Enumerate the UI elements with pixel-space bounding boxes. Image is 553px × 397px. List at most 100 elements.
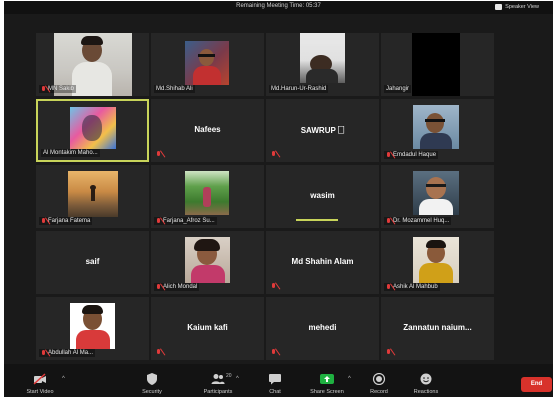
- participant-tile-alich-mondal[interactable]: Alich Mondal: [151, 231, 264, 294]
- end-meeting-button[interactable]: End: [521, 377, 552, 392]
- participant-name: MN Sakib: [48, 86, 75, 92]
- participant-tile-sawrup[interactable]: SAWRUP 🗌: [266, 99, 379, 162]
- participant-tile-saif[interactable]: saif: [36, 231, 149, 294]
- participant-name: Ashik Al Mahbub: [393, 284, 438, 290]
- participant-tile-abdullah-al-ma[interactable]: Abdullah Al Ma...: [36, 297, 149, 360]
- share-screen-label: Share Screen: [310, 389, 344, 395]
- speaker-view-button[interactable]: Speaker View: [493, 2, 543, 12]
- participant-tile-farjana-fatema[interactable]: Farjana Fatema: [36, 165, 149, 228]
- participant-tile-md-shahin-alam[interactable]: Md Shahin Alam: [266, 231, 379, 294]
- participant-tile-md-harun-ur-rashid[interactable]: Md.Harun-Ur-Rashid: [266, 33, 379, 96]
- participant-name: Md.Shihab Ali: [156, 86, 193, 92]
- participant-video: [412, 33, 460, 96]
- record-button[interactable]: Record: [364, 364, 394, 397]
- participant-name: Jahangir: [386, 86, 410, 92]
- participant-tile-jahangir[interactable]: Jahangir: [381, 33, 494, 96]
- participant-name-label: Alich Mondal: [154, 283, 200, 291]
- meeting-toolbar: Start Video ^ Security Participants 20 ^…: [4, 364, 553, 397]
- record-label: Record: [370, 389, 388, 395]
- video-off-icon: [33, 372, 47, 385]
- participant-name: Farjana_Afroz Su...: [163, 218, 215, 224]
- participant-name-label: Dr. Mozammel Huq...: [384, 217, 452, 225]
- meeting-top-bar: Remaining Meeting Time: 05:37 Speaker Vi…: [4, 1, 553, 14]
- muted-mic-icon: [41, 85, 46, 93]
- participant-video: [185, 237, 230, 283]
- muted-mic-icon: [386, 283, 391, 291]
- participant-name: Emdadul Haque: [393, 152, 437, 158]
- participant-gallery: MN Sakib Md.Shihab Ali Md.Harun-Ur-Rashi…: [4, 1, 553, 363]
- participant-video: [68, 171, 118, 217]
- security-label: Security: [142, 389, 162, 395]
- participant-video: [413, 171, 459, 215]
- start-video-label: Start Video: [26, 389, 54, 395]
- participant-tile-farjana-afroz[interactable]: Farjana_Afroz Su...: [151, 165, 264, 228]
- video-options-caret-icon[interactable]: ^: [62, 376, 65, 382]
- participant-video: [413, 105, 459, 149]
- participant-name-label: Al Montakim Maho...: [41, 149, 100, 157]
- zoom-meeting-window: MN Sakib Md.Shihab Ali Md.Harun-Ur-Rashi…: [4, 1, 553, 397]
- muted-mic-icon: [271, 151, 276, 158]
- reactions-button[interactable]: Reactions: [408, 364, 444, 397]
- participants-button[interactable]: Participants: [196, 364, 240, 397]
- participant-display-name: Zannatun naium...: [403, 323, 472, 332]
- participant-tile-wasim[interactable]: wasim: [266, 165, 379, 228]
- participant-display-name: wasim: [310, 191, 335, 200]
- participant-video: [185, 171, 229, 215]
- participant-name-label: Abdullah Al Ma...: [39, 349, 96, 357]
- participant-name: Abdullah Al Ma...: [48, 350, 94, 356]
- shield-icon: [145, 372, 159, 385]
- participant-video: [185, 41, 229, 85]
- participant-tile-md-shihab-ali[interactable]: Md.Shihab Ali: [151, 33, 264, 96]
- muted-mic-icon: [41, 349, 46, 357]
- participant-name-label: Jahangir: [384, 85, 412, 93]
- participant-name: Alich Mondal: [163, 284, 198, 290]
- share-screen-caret-icon[interactable]: ^: [348, 376, 351, 382]
- chat-label: Chat: [269, 389, 281, 395]
- participant-video: [413, 237, 459, 283]
- muted-mic-icon: [271, 349, 276, 356]
- participant-name-label: Farjana Fatema: [39, 217, 93, 225]
- muted-mic-icon: [156, 283, 161, 291]
- participant-name-label: Md.Shihab Ali: [154, 85, 195, 93]
- participant-video: [70, 303, 115, 349]
- muted-mic-icon: [156, 349, 161, 356]
- participant-name: Md.Harun-Ur-Rashid: [271, 86, 327, 92]
- participant-name-label: Ashik Al Mahbub: [384, 283, 440, 291]
- participant-name: Dr. Mozammel Huq...: [393, 218, 450, 224]
- participant-tile-mehedi[interactable]: mehedi: [266, 297, 379, 360]
- reactions-label: Reactions: [413, 389, 439, 395]
- participant-tile-emdadul-haque[interactable]: Emdadul Haque: [381, 99, 494, 162]
- participant-video: [70, 107, 116, 149]
- participant-display-name: mehedi: [308, 323, 337, 332]
- participant-display-name: Nafees: [194, 125, 221, 134]
- speaking-indicator: [296, 219, 338, 221]
- muted-mic-icon: [156, 217, 161, 225]
- speaker-view-icon: [495, 4, 503, 10]
- participant-tile-nafees[interactable]: Nafees: [151, 99, 264, 162]
- share-screen-button[interactable]: Share Screen: [306, 364, 348, 397]
- chat-button[interactable]: Chat: [260, 364, 290, 397]
- reactions-smiley-icon: [419, 372, 433, 385]
- participant-tile-al-montakim[interactable]: Al Montakim Maho...: [36, 99, 149, 162]
- participant-tile-ashik-al-mahbub[interactable]: Ashik Al Mahbub: [381, 231, 494, 294]
- participant-display-name: saif: [85, 257, 100, 266]
- speaker-view-label: Speaker View: [505, 4, 539, 10]
- security-button[interactable]: Security: [134, 364, 170, 397]
- start-video-button[interactable]: Start Video: [22, 364, 58, 397]
- muted-mic-icon: [156, 151, 161, 158]
- participant-display-name: SAWRUP 🗌: [300, 126, 345, 135]
- participant-tile-mn-sakib[interactable]: MN Sakib: [36, 33, 149, 96]
- participant-display-name: Md Shahin Alam: [291, 257, 354, 266]
- participant-tile-dr-mozammel[interactable]: Dr. Mozammel Huq...: [381, 165, 494, 228]
- participant-tile-kaium-kafi[interactable]: Kaium kafi: [151, 297, 264, 360]
- participant-tile-zannatun-naium[interactable]: Zannatun naium...: [381, 297, 494, 360]
- chat-icon: [268, 372, 282, 385]
- participants-caret-icon[interactable]: ^: [236, 376, 239, 382]
- record-icon: [372, 372, 386, 386]
- participant-name: Al Montakim Maho...: [43, 150, 98, 156]
- participant-name-label: Farjana_Afroz Su...: [154, 217, 217, 225]
- participant-display-name: Kaium kafi: [187, 323, 228, 332]
- participant-name: Farjana Fatema: [48, 218, 91, 224]
- share-screen-icon: [320, 372, 334, 384]
- participants-icon: [211, 372, 225, 384]
